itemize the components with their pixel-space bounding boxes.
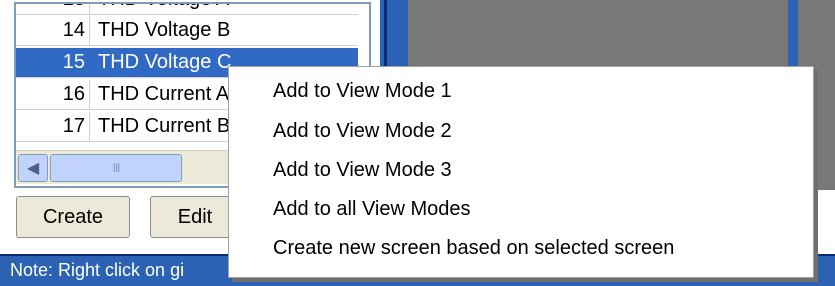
list-item-name: THD Current B	[98, 115, 231, 137]
list-item-number: 16	[16, 80, 90, 109]
list-item-name: THD Current A	[98, 83, 230, 105]
left-arrow-icon: ◀	[26, 160, 40, 177]
create-button[interactable]: Create	[16, 196, 130, 238]
list-item-name: THD Voltage A	[90, 4, 229, 11]
list-item-number: 13	[16, 4, 90, 14]
menu-item-add-all-view-modes[interactable]: Add to all View Modes	[229, 191, 813, 227]
note-text: Note: Right click on gi	[10, 260, 185, 280]
scrollbar-grip-icon: III	[112, 161, 120, 175]
menu-item-add-view-mode-2[interactable]: Add to View Mode 2	[229, 113, 813, 149]
menu-item-create-new-screen[interactable]: Create new screen based on selected scre…	[229, 230, 813, 266]
list-item-name: THD Voltage C	[98, 51, 232, 73]
list-item[interactable]: 13 THD Voltage A	[16, 4, 358, 15]
scroll-left-button[interactable]: ◀	[18, 154, 48, 182]
list-item-name: THD Voltage B	[98, 19, 231, 41]
menu-item-add-view-mode-1[interactable]: Add to View Mode 1	[229, 73, 813, 109]
list-item[interactable]: 14 THD Voltage B	[16, 16, 358, 46]
list-item-number: 14	[16, 16, 90, 45]
list-item-number: 17	[16, 112, 90, 141]
scrollbar-thumb[interactable]: III	[50, 154, 182, 182]
menu-item-add-view-mode-3[interactable]: Add to View Mode 3	[229, 152, 813, 188]
edit-button[interactable]: Edit	[150, 196, 240, 238]
list-item-number: 15	[16, 48, 90, 77]
context-menu[interactable]: Add to View Mode 1 Add to View Mode 2 Ad…	[228, 66, 814, 278]
screen-editor-window: 13 THD Voltage A 14 THD Voltage B 15 THD…	[0, 0, 835, 286]
